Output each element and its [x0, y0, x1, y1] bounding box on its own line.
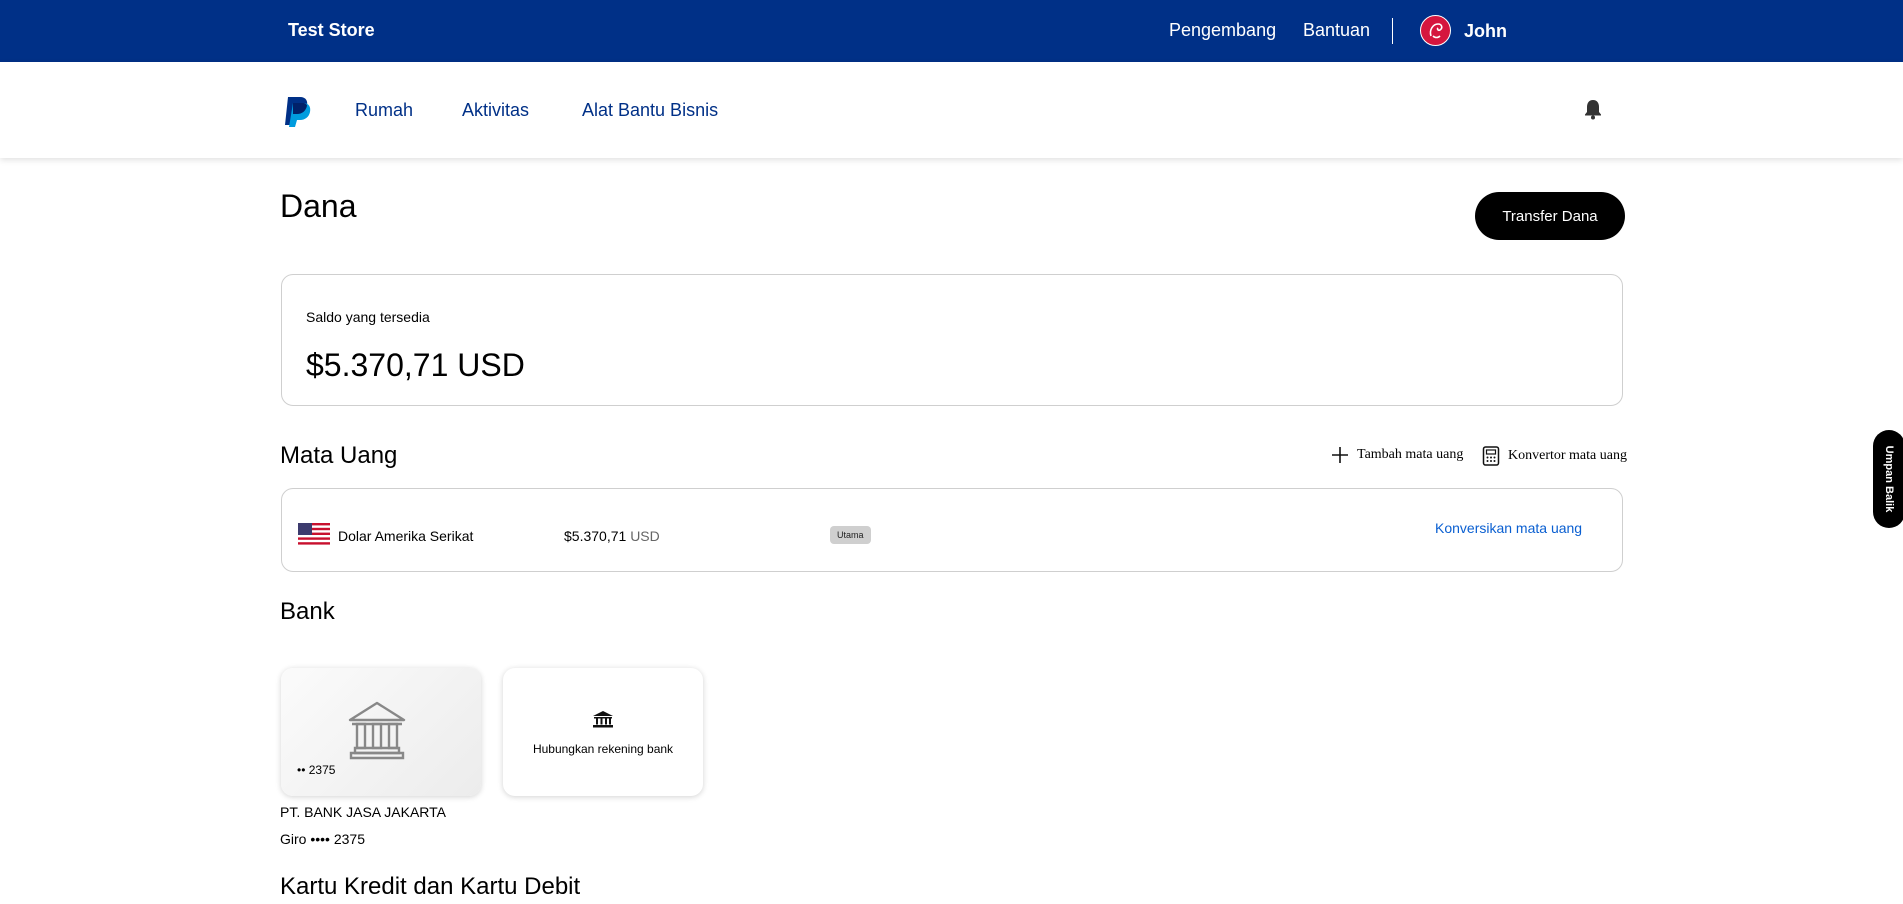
currency-code: USD: [630, 528, 660, 544]
balance-card: Saldo yang tersedia $5.370,71 USD: [281, 274, 1623, 406]
feedback-label: Umpan Balik: [1883, 445, 1895, 513]
add-currency-button[interactable]: Tambah mata uang: [1331, 446, 1463, 464]
link-bank-tile[interactable]: Hubungkan rekening bank: [503, 668, 703, 796]
link-bank-label: Hubungkan rekening bank: [532, 742, 674, 756]
nav-home[interactable]: Rumah: [355, 100, 413, 121]
currency-section-title: Mata Uang: [280, 442, 398, 469]
nav-business-tools[interactable]: Alat Bantu Bisnis: [582, 100, 718, 121]
currency-amount: $5.370,71 USD: [564, 528, 660, 544]
currency-amount-value: $5.370,71: [564, 528, 627, 544]
bank-icon: [593, 711, 613, 728]
us-flag-icon: [298, 523, 330, 547]
balance-amount: $5.370,71 USD: [306, 347, 525, 383]
bank-account-tile[interactable]: •• 2375: [281, 668, 481, 796]
bank-icon: [348, 701, 406, 760]
help-link[interactable]: Bantuan: [1303, 20, 1370, 41]
developer-link[interactable]: Pengembang: [1169, 20, 1276, 41]
bank-masked-number: •• 2375: [297, 763, 336, 777]
plus-icon: [1332, 447, 1348, 463]
calculator-icon: [1482, 446, 1500, 466]
feedback-tab[interactable]: Umpan Balik: [1873, 430, 1903, 528]
primary-badge: Utama: [830, 526, 871, 544]
store-name: Test Store: [288, 20, 375, 40]
bank-section-title: Bank: [280, 598, 335, 625]
bank-name: PT. BANK JASA JAKARTA: [280, 804, 446, 820]
transfer-funds-button[interactable]: Transfer Dana: [1475, 192, 1625, 240]
bank-account-number: Giro •••• 2375: [280, 831, 365, 847]
main-nav: Rumah Aktivitas Alat Bantu Bisnis: [0, 62, 1903, 158]
currency-converter-label: Konvertor mata uang: [1508, 448, 1627, 463]
paypal-logo[interactable]: [284, 95, 312, 127]
avatar[interactable]: [1420, 15, 1451, 46]
page-title: Dana: [280, 188, 357, 224]
cards-section-title: Kartu Kredit dan Kartu Debit: [280, 873, 581, 900]
user-name[interactable]: John: [1464, 21, 1507, 42]
currency-converter-button[interactable]: Konvertor mata uang: [1482, 446, 1627, 466]
convert-currency-link[interactable]: Konversikan mata uang: [1435, 520, 1582, 536]
topbar-divider: [1392, 18, 1393, 44]
avatar-icon: [1429, 23, 1443, 39]
bell-icon[interactable]: [1583, 98, 1603, 120]
balance-label: Saldo yang tersedia: [306, 309, 430, 325]
top-bar: Test Store Pengembang Bantuan John: [0, 0, 1903, 62]
currency-row: Dolar Amerika Serikat $5.370,71 USD Utam…: [281, 488, 1623, 572]
nav-activity[interactable]: Aktivitas: [462, 100, 529, 121]
add-currency-label: Tambah mata uang: [1357, 447, 1464, 462]
currency-name: Dolar Amerika Serikat: [338, 528, 474, 544]
